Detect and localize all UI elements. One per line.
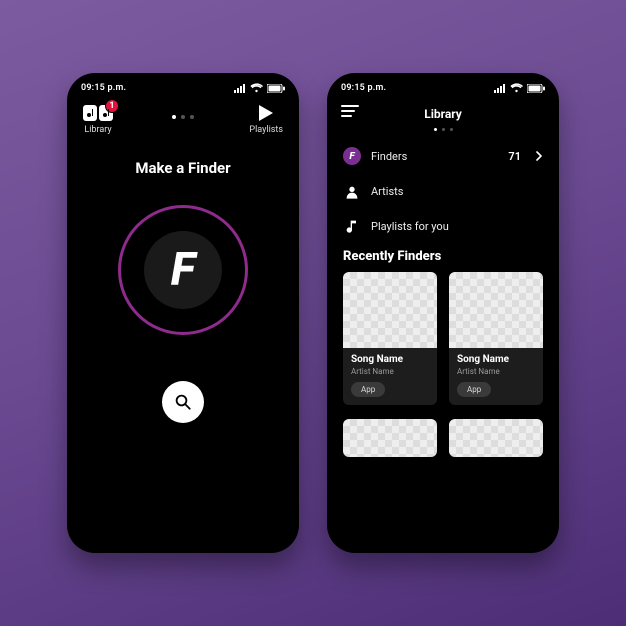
- song-card[interactable]: [449, 419, 543, 457]
- playlists-label: Playlists: [249, 125, 283, 135]
- wifi-icon: [250, 83, 263, 93]
- finder-ring-button[interactable]: F: [118, 205, 248, 335]
- thumbnail-placeholder: [343, 419, 437, 457]
- artist-name: Artist Name: [351, 367, 429, 376]
- phone-screen-library: 09:15 p.m. Library F Finders 71 Artists: [327, 73, 559, 553]
- app-tag[interactable]: App: [457, 382, 491, 397]
- recent-grid: Song Name Artist Name App Song Name Arti…: [327, 272, 559, 419]
- row-finders[interactable]: F Finders 71: [343, 139, 543, 173]
- headline: Make a Finder: [135, 159, 230, 177]
- library-label: Library: [84, 125, 111, 135]
- song-card[interactable]: [343, 419, 437, 457]
- row-artists[interactable]: Artists: [343, 173, 543, 209]
- search-button[interactable]: [162, 381, 204, 423]
- library-nav-item[interactable]: 1 Library: [83, 105, 113, 135]
- section-title: Recently Finders: [327, 243, 559, 272]
- battery-icon: [527, 84, 545, 93]
- signal-icon: [494, 84, 506, 93]
- device-notch: [135, 73, 231, 93]
- chevron-right-icon: [535, 151, 543, 161]
- status-time: 09:15 p.m.: [81, 83, 126, 93]
- status-icons: [234, 83, 285, 93]
- recent-grid-peek: [327, 419, 559, 457]
- library-list: F Finders 71 Artists Playlists for you: [327, 131, 559, 243]
- song-card[interactable]: Song Name Artist Name App: [343, 272, 437, 405]
- finder-logo: F: [144, 231, 222, 309]
- status-icons: [494, 83, 545, 93]
- search-icon: [174, 393, 192, 411]
- finders-icon: F: [343, 147, 361, 165]
- song-name: Song Name: [351, 354, 429, 365]
- menu-button[interactable]: [341, 105, 359, 117]
- row-label: Playlists for you: [371, 220, 543, 233]
- phone-screen-home: 09:15 p.m. 1 Library Playlists Make a Fi…: [67, 73, 299, 553]
- playlists-nav-item[interactable]: Playlists: [249, 105, 283, 135]
- finders-count: 71: [508, 150, 521, 163]
- artist-name: Artist Name: [457, 367, 535, 376]
- wifi-icon: [510, 83, 523, 93]
- row-label: Finders: [371, 150, 498, 163]
- row-playlists[interactable]: Playlists for you: [343, 209, 543, 243]
- battery-icon: [267, 84, 285, 93]
- app-tag[interactable]: App: [351, 382, 385, 397]
- thumbnail-placeholder: [343, 272, 437, 348]
- thumbnail-placeholder: [449, 419, 543, 457]
- row-label: Artists: [371, 185, 543, 198]
- status-time: 09:15 p.m.: [341, 83, 386, 93]
- page-title: Library: [424, 107, 462, 121]
- thumbnail-placeholder: [449, 272, 543, 348]
- music-note-icon: [343, 217, 361, 235]
- song-card[interactable]: Song Name Artist Name App: [449, 272, 543, 405]
- device-notch: [395, 73, 491, 93]
- song-name: Song Name: [457, 354, 535, 365]
- signal-icon: [234, 84, 246, 93]
- artist-icon: [343, 183, 361, 201]
